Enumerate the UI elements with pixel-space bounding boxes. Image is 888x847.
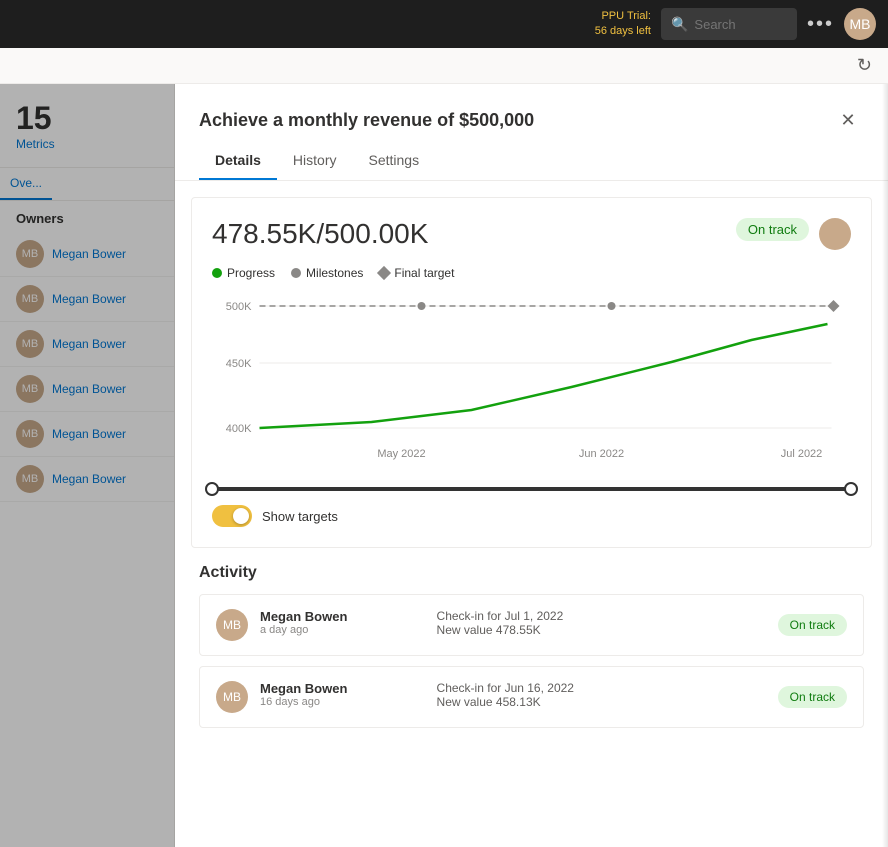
- activity-detail-line1: Check-in for Jul 1, 2022: [437, 609, 766, 623]
- toggle-label: Show targets: [262, 509, 338, 524]
- show-targets-toggle[interactable]: [212, 505, 252, 527]
- svg-text:450K: 450K: [226, 358, 252, 370]
- status-badge: On track: [736, 218, 809, 241]
- activity-detail-line2: New value 458.13K: [437, 695, 766, 709]
- chart-values: 478.55K/500.00K: [212, 218, 428, 250]
- legend-final-target: Final target: [379, 266, 454, 280]
- tab-settings[interactable]: Settings: [352, 144, 435, 180]
- avatar-initials: MB: [850, 16, 871, 32]
- chart-svg: 500K 450K 400K: [212, 292, 851, 472]
- chart-section: 478.55K/500.00K On track Progress Milest…: [191, 197, 872, 548]
- activity-avatar-initials: MB: [223, 618, 241, 632]
- activity-time: a day ago: [260, 624, 425, 636]
- ppu-trial-label: PPU Trial:: [595, 9, 651, 24]
- svg-text:400K: 400K: [226, 423, 252, 435]
- range-thumb-right[interactable]: [844, 482, 858, 496]
- activity-detail: Check-in for Jul 1, 2022 New value 478.5…: [437, 609, 766, 637]
- current-value: 478.55K: [212, 218, 316, 249]
- progress-icon: [212, 268, 222, 278]
- refresh-row: ↻: [0, 48, 888, 84]
- legend-milestones: Milestones: [291, 266, 363, 280]
- range-track: [212, 487, 851, 491]
- refresh-button[interactable]: ↻: [857, 55, 872, 76]
- svg-text:500K: 500K: [226, 301, 252, 313]
- chart-legend: Progress Milestones Final target: [212, 266, 851, 280]
- svg-text:Jul 2022: Jul 2022: [781, 448, 823, 460]
- activity-title: Activity: [199, 564, 864, 582]
- activity-detail-line2: New value 478.55K: [437, 623, 766, 637]
- svg-text:Jun 2022: Jun 2022: [579, 448, 624, 460]
- top-bar: PPU Trial: 56 days left 🔍 ••• MB: [0, 0, 888, 48]
- milestones-icon: [291, 268, 301, 278]
- toggle-row: Show targets: [212, 505, 851, 527]
- search-box[interactable]: 🔍: [661, 8, 797, 40]
- main-area: 15 Metrics Ove... Owners MB Megan Bower …: [0, 84, 888, 847]
- more-options-button[interactable]: •••: [807, 13, 834, 36]
- legend-progress-label: Progress: [227, 266, 275, 280]
- activity-info: Megan Bowen 16 days ago: [260, 681, 425, 708]
- legend-final-target-label: Final target: [394, 266, 454, 280]
- activity-person-name: Megan Bowen: [260, 681, 425, 696]
- activity-detail: Check-in for Jun 16, 2022 New value 458.…: [437, 681, 766, 709]
- range-slider[interactable]: [212, 487, 851, 491]
- legend-milestones-label: Milestones: [306, 266, 363, 280]
- legend-progress: Progress: [212, 266, 275, 280]
- activity-status-badge: On track: [778, 614, 847, 636]
- chart-svg-container: 500K 450K 400K: [212, 292, 851, 477]
- activity-avatar: MB: [216, 681, 248, 713]
- activity-time: 16 days ago: [260, 696, 425, 708]
- activity-status-badge: On track: [778, 686, 847, 708]
- svg-text:May 2022: May 2022: [377, 448, 425, 460]
- tab-details[interactable]: Details: [199, 144, 277, 180]
- modal-title: Achieve a monthly revenue of $500,000: [199, 110, 534, 131]
- search-input[interactable]: [694, 17, 784, 32]
- target-value: /500.00K: [316, 218, 428, 249]
- activity-avatar: MB: [216, 609, 248, 641]
- modal-header: Achieve a monthly revenue of $500,000 ✕: [175, 84, 888, 136]
- activity-info: Megan Bowen a day ago: [260, 609, 425, 636]
- range-thumb-left[interactable]: [205, 482, 219, 496]
- activity-avatar-initials: MB: [223, 690, 241, 704]
- ppu-trial-info: PPU Trial: 56 days left: [595, 9, 651, 40]
- activity-section: Activity MB Megan Bowen a day ago Check-…: [175, 564, 888, 762]
- final-target-icon: [377, 266, 391, 280]
- ppu-trial-days: 56 days left: [595, 24, 651, 39]
- activity-item: MB Megan Bowen a day ago Check-in for Ju…: [199, 594, 864, 656]
- activity-person-name: Megan Bowen: [260, 609, 425, 624]
- modal-tabs: Details History Settings: [175, 136, 888, 181]
- close-button[interactable]: ✕: [832, 104, 864, 136]
- activity-detail-line1: Check-in for Jun 16, 2022: [437, 681, 766, 695]
- user-avatar[interactable]: MB: [844, 8, 876, 40]
- activity-item: MB Megan Bowen 16 days ago Check-in for …: [199, 666, 864, 728]
- chart-value-row: 478.55K/500.00K On track: [212, 218, 851, 250]
- search-icon: 🔍: [671, 16, 688, 33]
- modal-panel: Achieve a monthly revenue of $500,000 ✕ …: [175, 84, 888, 847]
- tab-history[interactable]: History: [277, 144, 353, 180]
- chart-user-avatar: [819, 218, 851, 250]
